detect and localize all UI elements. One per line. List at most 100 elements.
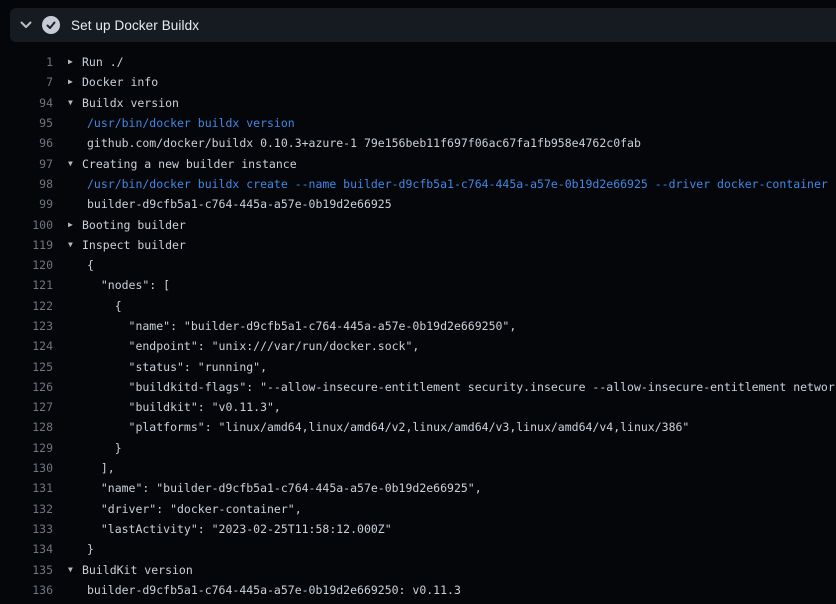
line-number[interactable]: 136 xyxy=(0,583,53,597)
log-line-body: "buildkit": "v0.11.3", xyxy=(68,400,836,414)
line-number[interactable]: 127 xyxy=(0,400,53,414)
disclosure-triangle-icon[interactable]: ▼ xyxy=(68,566,82,574)
log-line-body: "name": "builder-d9cfb5a1-c764-445a-a57e… xyxy=(68,319,836,333)
line-number[interactable]: 131 xyxy=(0,481,53,495)
chevron-down-icon[interactable] xyxy=(18,17,34,33)
line-number[interactable]: 132 xyxy=(0,502,53,516)
log-group-toggle[interactable]: ▼ Buildx version xyxy=(68,96,836,110)
log-line-body: /usr/bin/docker buildx version xyxy=(68,116,836,130)
log-line: 136 builder-d9cfb5a1-c764-445a-a57e-0b19… xyxy=(0,580,836,600)
line-number[interactable]: 100 xyxy=(0,218,53,232)
log-line-body: { xyxy=(68,299,836,313)
line-number[interactable]: 130 xyxy=(0,461,53,475)
disclosure-triangle-icon[interactable]: ▶ xyxy=(68,78,82,86)
disclosure-triangle-icon[interactable]: ▶ xyxy=(68,58,82,66)
log-line-body: /usr/bin/docker buildx create --name bui… xyxy=(68,177,836,191)
log-line-text: "endpoint": "unix:///var/run/docker.sock… xyxy=(68,339,419,353)
log-line: 120 { xyxy=(0,255,836,275)
log-group-label: Buildx version xyxy=(82,96,179,110)
log-line-body: } xyxy=(68,542,836,556)
log-line-body: github.com/docker/buildx 0.10.3+azure-1 … xyxy=(68,136,836,150)
log-line: 133 "lastActivity": "2023-02-25T11:58:12… xyxy=(0,519,836,539)
log-line-text: "buildkit": "v0.11.3", xyxy=(68,400,281,414)
log-line-text: "name": "builder-d9cfb5a1-c764-445a-a57e… xyxy=(68,319,516,333)
line-number[interactable]: 121 xyxy=(0,278,53,292)
disclosure-triangle-icon[interactable]: ▶ xyxy=(68,221,82,229)
log-line-body: "platforms": "linux/amd64,linux/amd64/v2… xyxy=(68,420,836,434)
log-line: 94 ▼ Buildx version xyxy=(0,93,836,113)
step-header[interactable]: Set up Docker Buildx xyxy=(10,8,836,42)
log-line: 119 ▼ Inspect builder xyxy=(0,235,836,255)
line-number[interactable]: 123 xyxy=(0,319,53,333)
log-line: 121 "nodes": [ xyxy=(0,275,836,295)
log-line: 96 github.com/docker/buildx 0.10.3+azure… xyxy=(0,133,836,153)
log-line-text: builder-d9cfb5a1-c764-445a-a57e-0b19d2e6… xyxy=(68,197,392,211)
line-number[interactable]: 7 xyxy=(0,75,53,89)
line-number[interactable]: 99 xyxy=(0,197,53,211)
line-number[interactable]: 95 xyxy=(0,116,53,130)
log-line: 122 { xyxy=(0,296,836,316)
disclosure-triangle-icon[interactable]: ▼ xyxy=(68,99,82,107)
log-group-toggle[interactable]: ▶ Run ./ xyxy=(68,55,836,69)
log-line: 7 ▶ Docker info xyxy=(0,72,836,92)
log-group-toggle[interactable]: ▶ Booting builder xyxy=(68,218,836,232)
log-group-label: Run ./ xyxy=(82,55,124,69)
log-line: 131 "name": "builder-d9cfb5a1-c764-445a-… xyxy=(0,478,836,498)
line-number[interactable]: 133 xyxy=(0,522,53,536)
log-line: 99 builder-d9cfb5a1-c764-445a-a57e-0b19d… xyxy=(0,194,836,214)
log-line-text: ], xyxy=(68,461,115,475)
log-line-text: "status": "running", xyxy=(68,360,267,374)
line-number[interactable]: 129 xyxy=(0,441,53,455)
line-number[interactable]: 124 xyxy=(0,339,53,353)
log-line-body: "endpoint": "unix:///var/run/docker.sock… xyxy=(68,339,836,353)
log-group-label: Booting builder xyxy=(82,218,186,232)
log-group-toggle[interactable]: ▼ Inspect builder xyxy=(68,238,836,252)
log-line: 132 "driver": "docker-container", xyxy=(0,499,836,519)
disclosure-triangle-icon[interactable]: ▼ xyxy=(68,160,82,168)
log-group-label: Docker info xyxy=(82,75,158,89)
log-group-label: BuildKit version xyxy=(82,563,193,577)
line-number[interactable]: 128 xyxy=(0,420,53,434)
log-group-label: Inspect builder xyxy=(82,238,186,252)
line-number[interactable]: 1 xyxy=(0,55,53,69)
log-line-text: "nodes": [ xyxy=(68,278,170,292)
line-number[interactable]: 120 xyxy=(0,258,53,272)
line-number[interactable]: 97 xyxy=(0,157,53,171)
log-line-body: builder-d9cfb5a1-c764-445a-a57e-0b19d2e6… xyxy=(68,197,836,211)
log-line: 98 /usr/bin/docker buildx create --name … xyxy=(0,174,836,194)
log-line: 95 /usr/bin/docker buildx version xyxy=(0,113,836,133)
log-group-toggle[interactable]: ▶ Docker info xyxy=(68,75,836,89)
log-line-text: /usr/bin/docker buildx create --name bui… xyxy=(68,177,828,191)
log-line-body: ], xyxy=(68,461,836,475)
line-number[interactable]: 135 xyxy=(0,563,53,577)
log-line: 124 "endpoint": "unix:///var/run/docker.… xyxy=(0,336,836,356)
line-number[interactable]: 125 xyxy=(0,360,53,374)
log-line-body: "name": "builder-d9cfb5a1-c764-445a-a57e… xyxy=(68,481,836,495)
log-line-text: } xyxy=(68,542,94,556)
line-number[interactable]: 94 xyxy=(0,96,53,110)
line-number[interactable]: 122 xyxy=(0,299,53,313)
log-line: 134 } xyxy=(0,539,836,559)
log-line: 128 "platforms": "linux/amd64,linux/amd6… xyxy=(0,417,836,437)
log-line-text: "lastActivity": "2023-02-25T11:58:12.000… xyxy=(68,522,392,536)
line-number[interactable]: 98 xyxy=(0,177,53,191)
log-line: 125 "status": "running", xyxy=(0,356,836,376)
log-line: 97 ▼ Creating a new builder instance xyxy=(0,153,836,173)
line-number[interactable]: 119 xyxy=(0,238,53,252)
log-line-text: } xyxy=(68,441,122,455)
log-line-body: "lastActivity": "2023-02-25T11:58:12.000… xyxy=(68,522,836,536)
log-line-text: /usr/bin/docker buildx version xyxy=(68,116,295,130)
log-line-text: "buildkitd-flags": "--allow-insecure-ent… xyxy=(68,380,836,394)
disclosure-triangle-icon[interactable]: ▼ xyxy=(68,241,82,249)
log-line-text: { xyxy=(68,258,94,272)
check-circle-icon xyxy=(42,16,60,34)
log-group-toggle[interactable]: ▼ Creating a new builder instance xyxy=(68,157,836,171)
line-number[interactable]: 96 xyxy=(0,136,53,150)
log-group-toggle[interactable]: ▼ BuildKit version xyxy=(68,563,836,577)
log-line-body: { xyxy=(68,258,836,272)
line-number[interactable]: 134 xyxy=(0,542,53,556)
line-number[interactable]: 126 xyxy=(0,380,53,394)
log-line-body: } xyxy=(68,441,836,455)
log-line-text: "driver": "docker-container", xyxy=(68,502,302,516)
log-line: 126 "buildkitd-flags": "--allow-insecure… xyxy=(0,377,836,397)
